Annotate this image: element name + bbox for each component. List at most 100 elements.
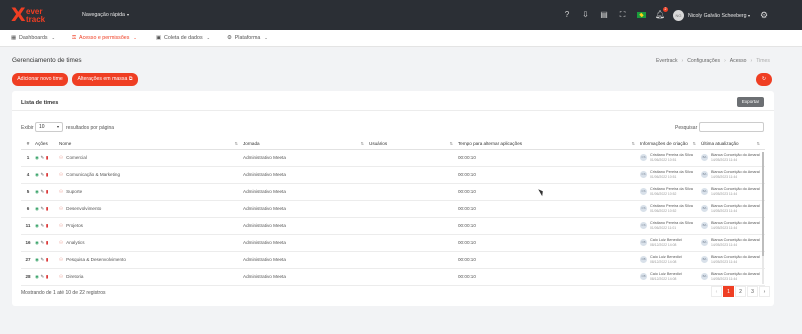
menu-access-permissions[interactable]: ⚿ Acesso e permissões ⌄ <box>72 35 137 42</box>
download-icon[interactable]: ⇩ <box>581 10 591 20</box>
table-scrollbar-thumb[interactable] <box>762 152 764 256</box>
main-menu: ▦ Dashboards ⌄ ⚿ Acesso e permissões ⌄ ▣ Cole… <box>0 30 802 47</box>
view-icon[interactable]: ◉ <box>35 189 39 195</box>
edit-icon[interactable]: ✎ <box>41 189 45 195</box>
view-icon[interactable]: ◉ <box>35 257 39 263</box>
menu-platform[interactable]: ⚙ Plataforma ⌄ <box>227 35 268 41</box>
update-info: BA Bianca Conceição do Amaral 14/05/2023 1… <box>701 166 765 184</box>
view-icon[interactable]: ◉ <box>35 206 39 212</box>
team-id: 28 <box>21 268 35 286</box>
trash-icon[interactable]: ▮ <box>46 223 49 229</box>
fullscreen-icon[interactable]: ⛶ <box>618 10 628 20</box>
bell-icon[interactable]: 🔔︎ 2 <box>655 7 668 20</box>
col-users[interactable]: Usuários ⇅ <box>369 139 458 150</box>
avatar: CS <box>640 221 647 229</box>
page-3-button[interactable]: 3 <box>747 286 758 297</box>
avatar: CB <box>640 272 647 280</box>
col-journey[interactable]: Jornada ⇅ <box>243 139 369 150</box>
table-row: 16 ◉ ✎ ▮ ⚇ Analytics Administrativo Meeta 00:00… <box>21 234 765 252</box>
edit-icon[interactable]: ✎ <box>41 206 45 212</box>
view-icon[interactable]: ◉ <box>35 155 39 161</box>
col-last-update[interactable]: Última atualização ⇅ <box>701 139 765 150</box>
menu-data-collection[interactable]: ▣ Coleta de dados ⌄ <box>156 35 210 41</box>
next-page-button[interactable]: › <box>759 286 770 297</box>
trash-icon[interactable]: ▮ <box>46 206 49 212</box>
team-journey: Administrativo Meeta <box>243 251 369 269</box>
team-name[interactable]: ⚇ Analytics <box>59 234 243 252</box>
add-team-button[interactable]: Adicionar novo time <box>12 73 68 86</box>
edit-icon[interactable]: ✎ <box>41 240 45 246</box>
page-1-button[interactable]: 1 <box>723 286 734 297</box>
page-2-button[interactable]: 2 <box>735 286 746 297</box>
external-link-icon: ⧉ <box>128 76 133 82</box>
gear-icon[interactable]: ⚙ <box>760 10 768 21</box>
teams-card: Lista de times Exportar Exibir 10 ▾ resul… <box>12 91 774 306</box>
trash-icon[interactable]: ▮ <box>46 155 49 161</box>
page-size-select[interactable]: 10 ▾ <box>35 122 63 132</box>
logo-word-track: track <box>26 15 46 24</box>
col-id[interactable]: # <box>21 139 35 150</box>
team-name[interactable]: ⚇ Comunicação & Marketing <box>59 166 243 184</box>
team-switch-time: 00:00:10 <box>458 200 640 218</box>
team-name[interactable]: ⚇ Diretoria <box>59 268 243 286</box>
col-name[interactable]: Nome ⇅ <box>59 139 243 150</box>
trash-icon[interactable]: ▮ <box>46 240 49 246</box>
menu-dashboards[interactable]: ▦ Dashboards ⌄ <box>11 35 55 41</box>
grid-icon: ▦ <box>11 35 17 41</box>
team-id: 1 <box>21 149 35 167</box>
row-actions: ◉ ✎ ▮ <box>35 251 59 269</box>
table-row: 6 ◉ ✎ ▮ ⚇ Desenvolvimento Administrativo Meeta… <box>21 200 765 218</box>
pagination: ‹ 1 2 3 › <box>710 286 770 297</box>
col-switch-time[interactable]: Tempo para alternar aplicações ⇅ <box>458 139 640 150</box>
evertrack-logo[interactable]: X ever track <box>11 6 61 25</box>
quick-nav-dropdown[interactable]: Navegação rápida ▾ <box>82 12 129 18</box>
divider <box>12 110 774 111</box>
flag-icon[interactable] <box>637 12 646 18</box>
team-switch-time: 00:00:10 <box>458 166 640 184</box>
view-icon[interactable]: ◉ <box>35 172 39 178</box>
view-icon[interactable]: ◉ <box>35 223 39 229</box>
avatar[interactable]: NG <box>673 10 684 21</box>
edit-icon[interactable]: ✎ <box>41 257 45 263</box>
view-icon[interactable]: ◉ <box>35 274 39 280</box>
prev-page-button[interactable]: ‹ <box>711 286 722 297</box>
breadcrumb-acesso[interactable]: Acesso <box>730 58 747 64</box>
breadcrumb-configuracoes[interactable]: Configurações <box>687 58 720 64</box>
team-name[interactable]: ⚇ Pesquisa & Desenvolvimento <box>59 251 243 269</box>
edit-icon[interactable]: ✎ <box>41 172 45 178</box>
trash-icon[interactable]: ▮ <box>46 172 49 178</box>
avatar: BA <box>701 204 708 212</box>
trash-icon[interactable]: ▮ <box>46 189 49 195</box>
view-icon[interactable]: ◉ <box>35 240 39 246</box>
col-creation-info[interactable]: Informações de criação ⇅ <box>640 139 701 150</box>
breadcrumb-evertrack[interactable]: Evertrack <box>656 58 678 64</box>
document-icon[interactable]: ▤ <box>599 10 609 20</box>
update-info: BA Bianca Conceição do Amaral 14/05/2023 1… <box>701 217 765 235</box>
trash-icon[interactable]: ▮ <box>46 274 49 280</box>
avatar: CS <box>640 204 647 212</box>
user-menu[interactable]: Nicoly Galvão Scheeberg ▾ <box>688 13 750 19</box>
search-input[interactable] <box>699 122 764 132</box>
team-journey: Administrativo Meeta <box>243 166 369 184</box>
row-actions: ◉ ✎ ▮ <box>35 217 59 235</box>
team-switch-time: 00:00:10 <box>458 268 640 286</box>
team-name[interactable]: ⚇ Suporte <box>59 183 243 201</box>
team-id: 27 <box>21 251 35 269</box>
edit-icon[interactable]: ✎ <box>41 274 45 280</box>
chevron-down-icon: ▾ <box>748 13 751 18</box>
edit-icon[interactable]: ✎ <box>41 223 45 229</box>
avatar: BA <box>701 221 708 229</box>
refresh-button[interactable]: ↻ <box>756 73 772 86</box>
team-users <box>369 217 458 235</box>
bulk-changes-button[interactable]: Alterações em massa ⧉ <box>72 73 138 86</box>
user-name: Nicoly Galvão Scheeberg <box>688 13 747 19</box>
help-icon[interactable]: ? <box>562 10 572 20</box>
users-icon: ⚇ <box>59 273 64 279</box>
table-row: 27 ◉ ✎ ▮ ⚇ Pesquisa & Desenvolvimento Administ… <box>21 251 765 269</box>
export-button[interactable]: Exportar <box>737 97 764 107</box>
trash-icon[interactable]: ▮ <box>46 257 49 263</box>
team-name[interactable]: ⚇ Desenvolvimento <box>59 200 243 218</box>
team-name[interactable]: ⚇ Projetos <box>59 217 243 235</box>
edit-icon[interactable]: ✎ <box>41 155 45 161</box>
team-name[interactable]: ⚇ Comercial <box>59 149 243 167</box>
